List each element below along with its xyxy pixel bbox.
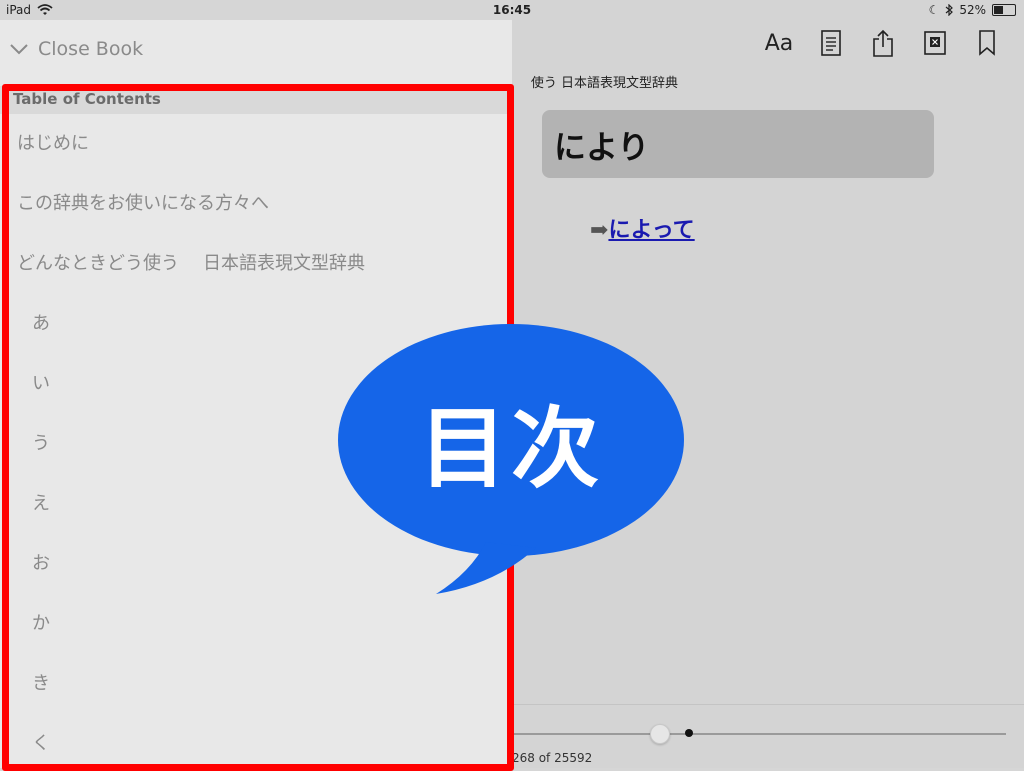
- toc-item-label: どんなときどう使う: [17, 253, 179, 274]
- contents-button[interactable]: [816, 28, 846, 58]
- toc-item[interactable]: え: [0, 474, 512, 534]
- toc-item[interactable]: い: [0, 354, 512, 414]
- current-position-marker: [685, 729, 693, 737]
- book-title: 使う 日本語表現文型辞典: [530, 76, 678, 91]
- toc-item-label-suffix: 日本語表現文型辞典: [203, 253, 365, 274]
- book-title-bar: 使う 日本語表現文型辞典: [512, 70, 1024, 94]
- font-size-icon: Aa: [764, 30, 794, 56]
- font-size-button[interactable]: Aa: [764, 28, 794, 58]
- entry-heading: により: [554, 128, 650, 166]
- toc-item-label: く: [32, 733, 50, 754]
- share-icon: [873, 29, 893, 57]
- toc-item[interactable]: お: [0, 534, 512, 594]
- toc-panel: Close Book Table of Contents はじめにこの辞典をお使…: [0, 20, 512, 768]
- toc-item-label: か: [32, 613, 50, 634]
- toc-item-label: う: [32, 433, 50, 454]
- toc-item[interactable]: き: [0, 654, 512, 714]
- scrubber-thumb[interactable]: [650, 724, 670, 744]
- share-button[interactable]: [868, 28, 898, 58]
- crossref: ➡によって: [590, 212, 695, 244]
- dictionary-icon: [924, 31, 946, 55]
- reader-toolbar: Aa: [764, 28, 1002, 58]
- toc-item[interactable]: はじめに: [0, 114, 512, 174]
- entry-heading-box: により: [542, 110, 934, 178]
- status-bar: iPad 16:45 ☾ 52%: [0, 0, 1024, 20]
- page-scrubber[interactable]: [512, 733, 1006, 735]
- battery-icon: [992, 4, 1016, 16]
- chevron-down-icon: [10, 43, 28, 54]
- toc-item[interactable]: あ: [0, 294, 512, 354]
- close-book-button[interactable]: Close Book: [10, 38, 143, 60]
- toc-item-label: い: [32, 373, 50, 394]
- arrow-right-icon: ➡: [590, 217, 609, 243]
- clock: 16:45: [492, 3, 532, 17]
- battery-percent: 52%: [959, 3, 986, 17]
- toc-header-label: Table of Contents: [13, 90, 161, 108]
- toc-header: Table of Contents: [0, 86, 512, 114]
- toc-item-label: え: [32, 493, 50, 514]
- contents-icon: [821, 30, 841, 56]
- dictionary-button[interactable]: [920, 28, 950, 58]
- page-counter: 268 of 25592: [512, 751, 593, 765]
- toc-item[interactable]: どんなときどう使う 日本語表現文型辞典: [0, 234, 512, 294]
- toc-item-label: あ: [32, 313, 50, 334]
- toc-item[interactable]: う: [0, 414, 512, 474]
- bookmark-icon: [979, 30, 995, 56]
- toc-item[interactable]: この辞典をお使いになる方々へ: [0, 174, 512, 234]
- crossref-link[interactable]: によって: [608, 217, 694, 243]
- toc-item[interactable]: か: [0, 594, 512, 654]
- moon-icon: ☾: [928, 3, 940, 17]
- toc-list: はじめにこの辞典をお使いになる方々へ どんなときどう使う 日本語表現文型辞典あいうえ…: [0, 114, 512, 768]
- battery-fill: [994, 6, 1003, 14]
- bluetooth-icon: [945, 4, 954, 16]
- toc-item[interactable]: く: [0, 714, 512, 768]
- bookmark-button[interactable]: [972, 28, 1002, 58]
- toc-item-label: お: [32, 553, 50, 574]
- toc-item-label: はじめに: [17, 133, 89, 154]
- status-right: ☾ 52%: [929, 3, 1016, 17]
- close-book-label: Close Book: [38, 38, 144, 60]
- toc-item-label: き: [32, 673, 50, 694]
- toc-item-label: この辞典をお使いになる方々へ: [17, 193, 269, 214]
- reader-bottom-bar: 268 of 25592: [512, 704, 1024, 769]
